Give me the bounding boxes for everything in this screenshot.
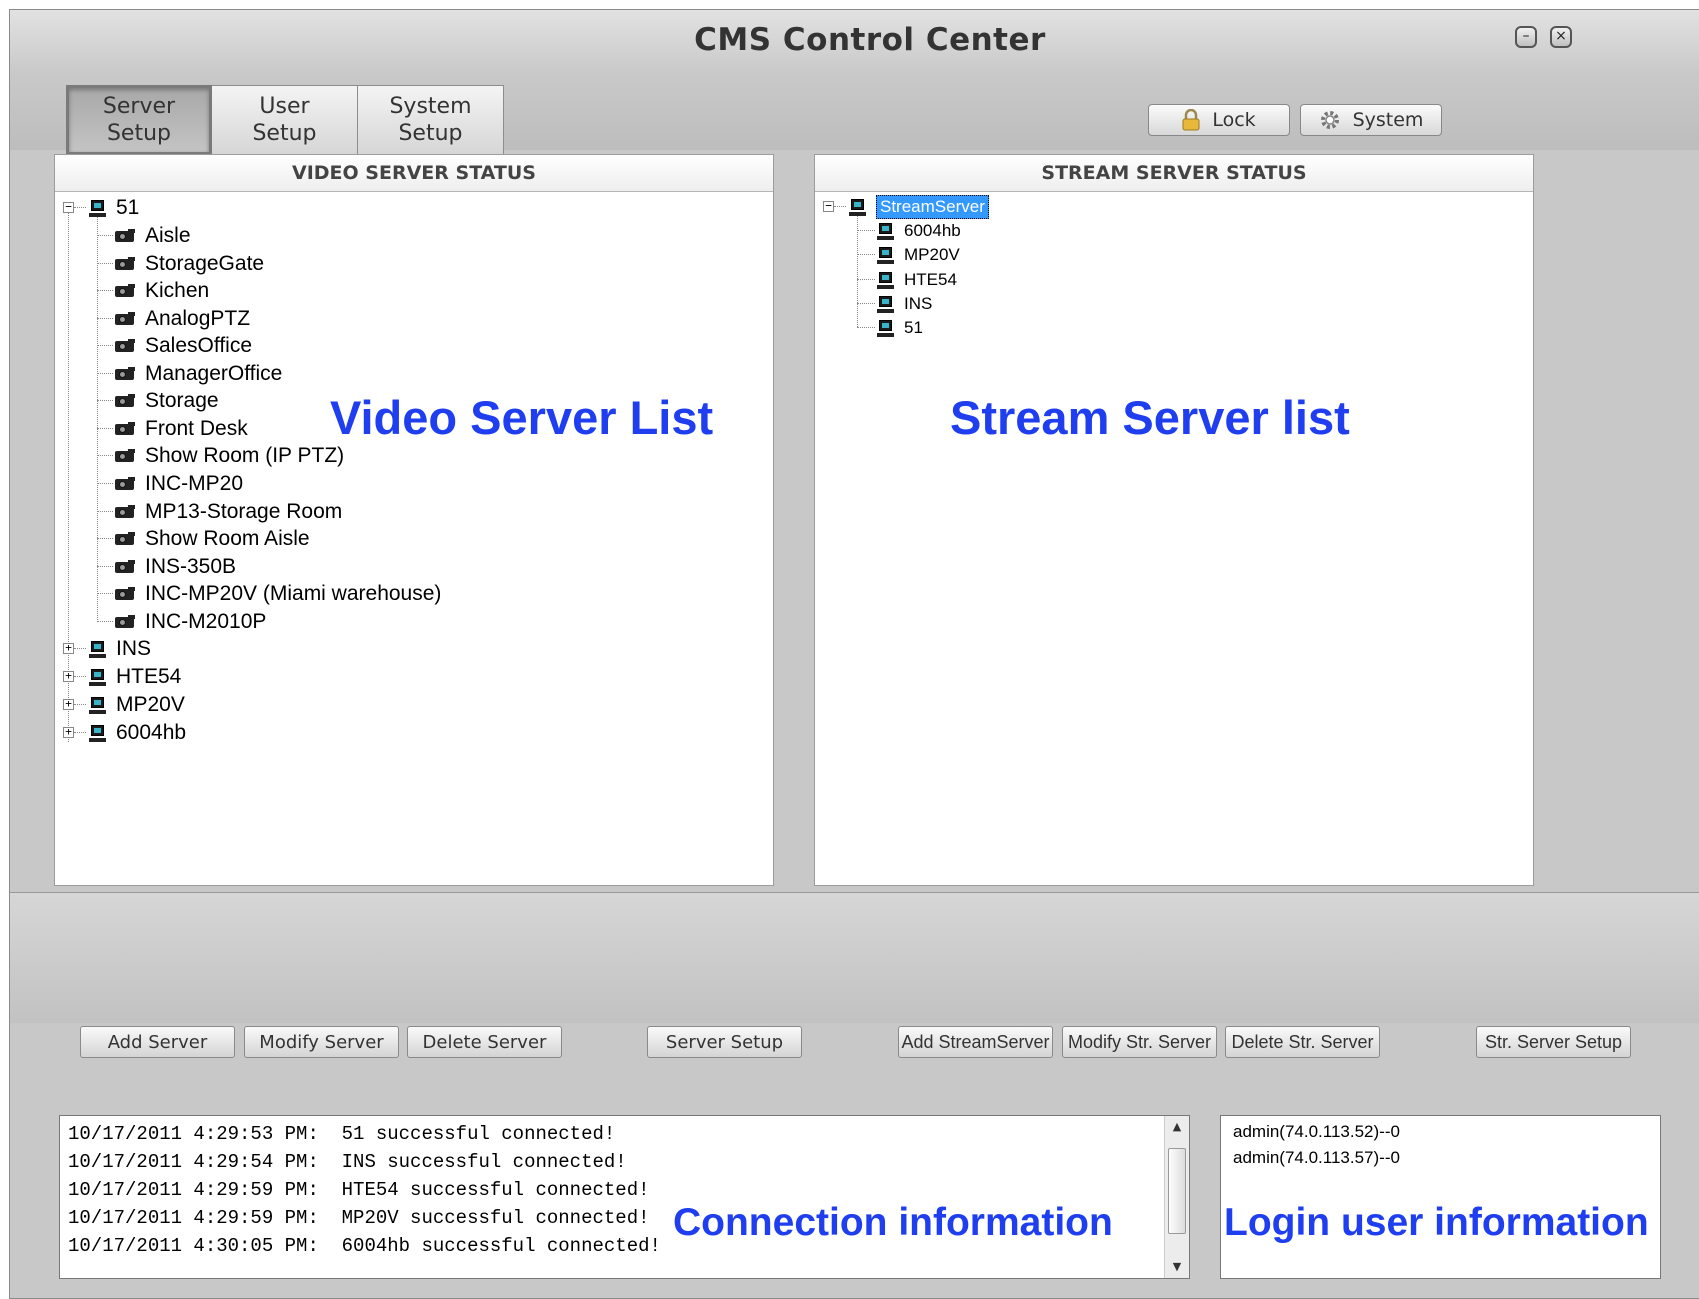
log-line: 10/17/2011 4:29:59 PM: HTE54 successful … [68, 1179, 650, 1201]
camera-icon [115, 367, 137, 381]
computer-icon [89, 199, 106, 217]
lock-button[interactable]: Lock [1148, 104, 1290, 136]
video-panel-title: VIDEO SERVER STATUS [55, 155, 773, 192]
tree-node-server[interactable]: MP20V [89, 691, 185, 719]
add-server-button[interactable]: Add Server [80, 1026, 235, 1058]
tree-node-camera[interactable]: Storage [115, 387, 219, 415]
scroll-thumb[interactable] [1168, 1148, 1186, 1234]
tree-node-camera[interactable]: MP13-Storage Room [115, 498, 342, 526]
tree-node-camera[interactable]: INS-350B [115, 553, 236, 581]
camera-icon [115, 449, 137, 463]
tree-node-server[interactable]: HTE54 [89, 663, 181, 691]
computer-icon [877, 246, 894, 264]
computer-icon [877, 295, 894, 313]
delete-server-button[interactable]: Delete Server [407, 1026, 562, 1058]
computer-icon [89, 668, 106, 686]
log-scrollbar[interactable]: ▲ ▼ [1164, 1116, 1189, 1278]
expand-icon[interactable]: + [63, 726, 74, 738]
camera-icon [115, 505, 137, 519]
tree-node-camera[interactable]: Aisle [115, 222, 191, 250]
camera-icon [115, 394, 137, 408]
collapse-icon[interactable]: − [63, 201, 74, 213]
tree-node-camera[interactable]: INC-M2010P [115, 608, 266, 636]
camera-icon [115, 284, 137, 298]
button-bar [10, 892, 1699, 1023]
camera-icon [115, 587, 137, 601]
camera-icon [115, 615, 137, 629]
tree-node-camera[interactable]: INC-MP20 [115, 470, 243, 498]
computer-icon [89, 640, 106, 658]
app-window: CMS Control Center – × Server Setup User… [9, 9, 1699, 1299]
connection-information-annotation: Connection information [673, 1201, 1113, 1244]
camera-icon [115, 422, 137, 436]
scroll-up-icon[interactable]: ▲ [1165, 1116, 1189, 1138]
server-setup-button[interactable]: Server Setup [647, 1026, 802, 1058]
close-icon[interactable]: × [1550, 26, 1572, 48]
scroll-down-icon[interactable]: ▼ [1165, 1256, 1189, 1278]
tree-node-server[interactable]: INS [89, 635, 151, 663]
tree-node-stream[interactable]: 51 [877, 314, 923, 342]
tree-node-camera[interactable]: Show Room Aisle [115, 525, 310, 553]
computer-icon [877, 222, 894, 240]
expand-icon[interactable]: + [63, 642, 74, 654]
video-server-list-annotation: Video Server List [330, 391, 714, 444]
log-line: 10/17/2011 4:30:05 PM: 6004hb successful… [68, 1235, 661, 1257]
expand-icon[interactable]: + [63, 670, 74, 682]
login-user-item[interactable]: admin(74.0.113.52)--0 [1233, 1122, 1400, 1142]
lock-label: Lock [1212, 109, 1256, 131]
tree-node-camera[interactable]: Kichen [115, 277, 209, 305]
computer-icon [89, 696, 106, 714]
window-title: CMS Control Center [694, 22, 1046, 58]
camera-icon [115, 312, 137, 326]
collapse-icon[interactable]: − [823, 200, 834, 212]
stream-server-list-annotation: Stream Server list [950, 391, 1350, 444]
camera-icon [115, 229, 137, 243]
video-server-panel: VIDEO SERVER STATUS − 51 Aisle StorageGa… [54, 154, 774, 886]
log-line: 10/17/2011 4:29:59 PM: MP20V successful … [68, 1207, 650, 1229]
log-line: 10/17/2011 4:29:53 PM: 51 successful con… [68, 1123, 616, 1145]
connection-log[interactable]: 10/17/2011 4:29:53 PM: 51 successful con… [59, 1115, 1190, 1279]
expand-icon[interactable]: + [63, 698, 74, 710]
tree-node-camera[interactable]: Show Room (IP PTZ) [115, 442, 344, 470]
gear-icon [1319, 109, 1341, 131]
tab-server-setup[interactable]: Server Setup [66, 85, 212, 155]
system-button[interactable]: System [1300, 104, 1442, 136]
delete-stream-server-button[interactable]: Delete Str. Server [1225, 1026, 1380, 1058]
tree-node-stream[interactable]: MP20V [877, 241, 960, 269]
log-line: 10/17/2011 4:29:54 PM: INS successful co… [68, 1151, 627, 1173]
computer-icon [89, 724, 106, 742]
login-user-information-annotation: Login user information [1224, 1201, 1649, 1244]
stream-server-panel: STREAM SERVER STATUS − StreamServer 6004… [814, 154, 1534, 886]
login-user-item[interactable]: admin(74.0.113.57)--0 [1233, 1148, 1400, 1168]
stream-panel-title: STREAM SERVER STATUS [815, 155, 1533, 192]
tree-node-camera[interactable]: INC-MP20V (Miami warehouse) [115, 580, 441, 608]
modify-server-button[interactable]: Modify Server [244, 1026, 399, 1058]
login-user-list[interactable]: admin(74.0.113.52)--0 admin(74.0.113.57)… [1220, 1115, 1661, 1279]
computer-icon [877, 319, 894, 337]
lock-icon [1182, 108, 1200, 131]
tree-node-camera[interactable]: StorageGate [115, 250, 264, 278]
tab-bar: Server Setup User Setup System Setup [66, 85, 504, 155]
camera-icon [115, 257, 137, 271]
stream-server-setup-button[interactable]: Str. Server Setup [1476, 1026, 1631, 1058]
camera-icon [115, 532, 137, 546]
tab-user-setup[interactable]: User Setup [212, 85, 358, 155]
computer-icon [849, 198, 866, 216]
tree-node-camera[interactable]: ManagerOffice [115, 360, 282, 388]
tree-node-server[interactable]: 6004hb [89, 719, 186, 747]
title-bar: CMS Control Center – × Server Setup User… [10, 10, 1699, 155]
camera-icon [115, 560, 137, 574]
tree-node-camera[interactable]: AnalogPTZ [115, 305, 250, 333]
add-stream-server-button[interactable]: Add StreamServer [898, 1026, 1053, 1058]
system-label: System [1352, 109, 1424, 131]
computer-icon [877, 271, 894, 289]
modify-stream-server-button[interactable]: Modify Str. Server [1062, 1026, 1217, 1058]
minimize-icon[interactable]: – [1515, 26, 1537, 48]
tab-system-setup[interactable]: System Setup [358, 85, 504, 155]
tree-node-server[interactable]: 51 [89, 194, 139, 222]
tree-node-camera[interactable]: Front Desk [115, 415, 248, 443]
camera-icon [115, 477, 137, 491]
camera-icon [115, 339, 137, 353]
tree-node-camera[interactable]: SalesOffice [115, 332, 252, 360]
